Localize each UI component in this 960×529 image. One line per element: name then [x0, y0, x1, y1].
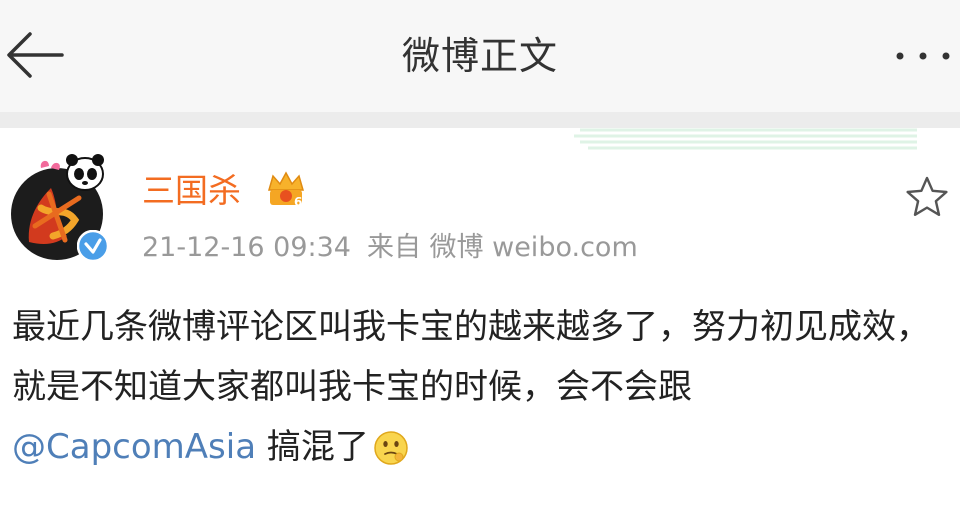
more-options-button[interactable] [882, 36, 960, 76]
page-title: 微博正文 [401, 34, 558, 78]
decoration-stripes [574, 128, 917, 150]
star-outline-icon [906, 176, 948, 216]
svg-text:6: 6 [294, 195, 302, 209]
post-text-tail: 搞混了 [256, 427, 369, 467]
thinking-face-emoji-icon [374, 431, 408, 465]
more-dots-icon [896, 52, 950, 60]
section-divider [0, 112, 960, 128]
author-name[interactable]: 三国杀 [142, 168, 241, 214]
post-meta: 21-12-16 09:34 来自 微博 weibo.com [142, 228, 638, 268]
post-source[interactable]: 来自 微博 weibo.com [367, 232, 638, 263]
post-text: 最近几条微博评论区叫我卡宝的越来越多了，努力初见成效，就是不知道大家都叫我卡宝的… [12, 297, 932, 477]
post-time: 21-12-16 09:34 [142, 232, 351, 263]
post-text-main: 最近几条微博评论区叫我卡宝的越来越多了，努力初见成效，就是不知道大家都叫我卡宝的… [12, 307, 930, 407]
top-navigation-bar: 微博正文 [0, 0, 960, 112]
crown-badge-icon[interactable]: 6 [265, 170, 307, 210]
avatar[interactable] [5, 148, 110, 266]
mention-link[interactable]: @CapcomAsia [12, 427, 256, 467]
verified-badge-icon [77, 230, 109, 262]
favorite-button[interactable] [904, 174, 950, 220]
